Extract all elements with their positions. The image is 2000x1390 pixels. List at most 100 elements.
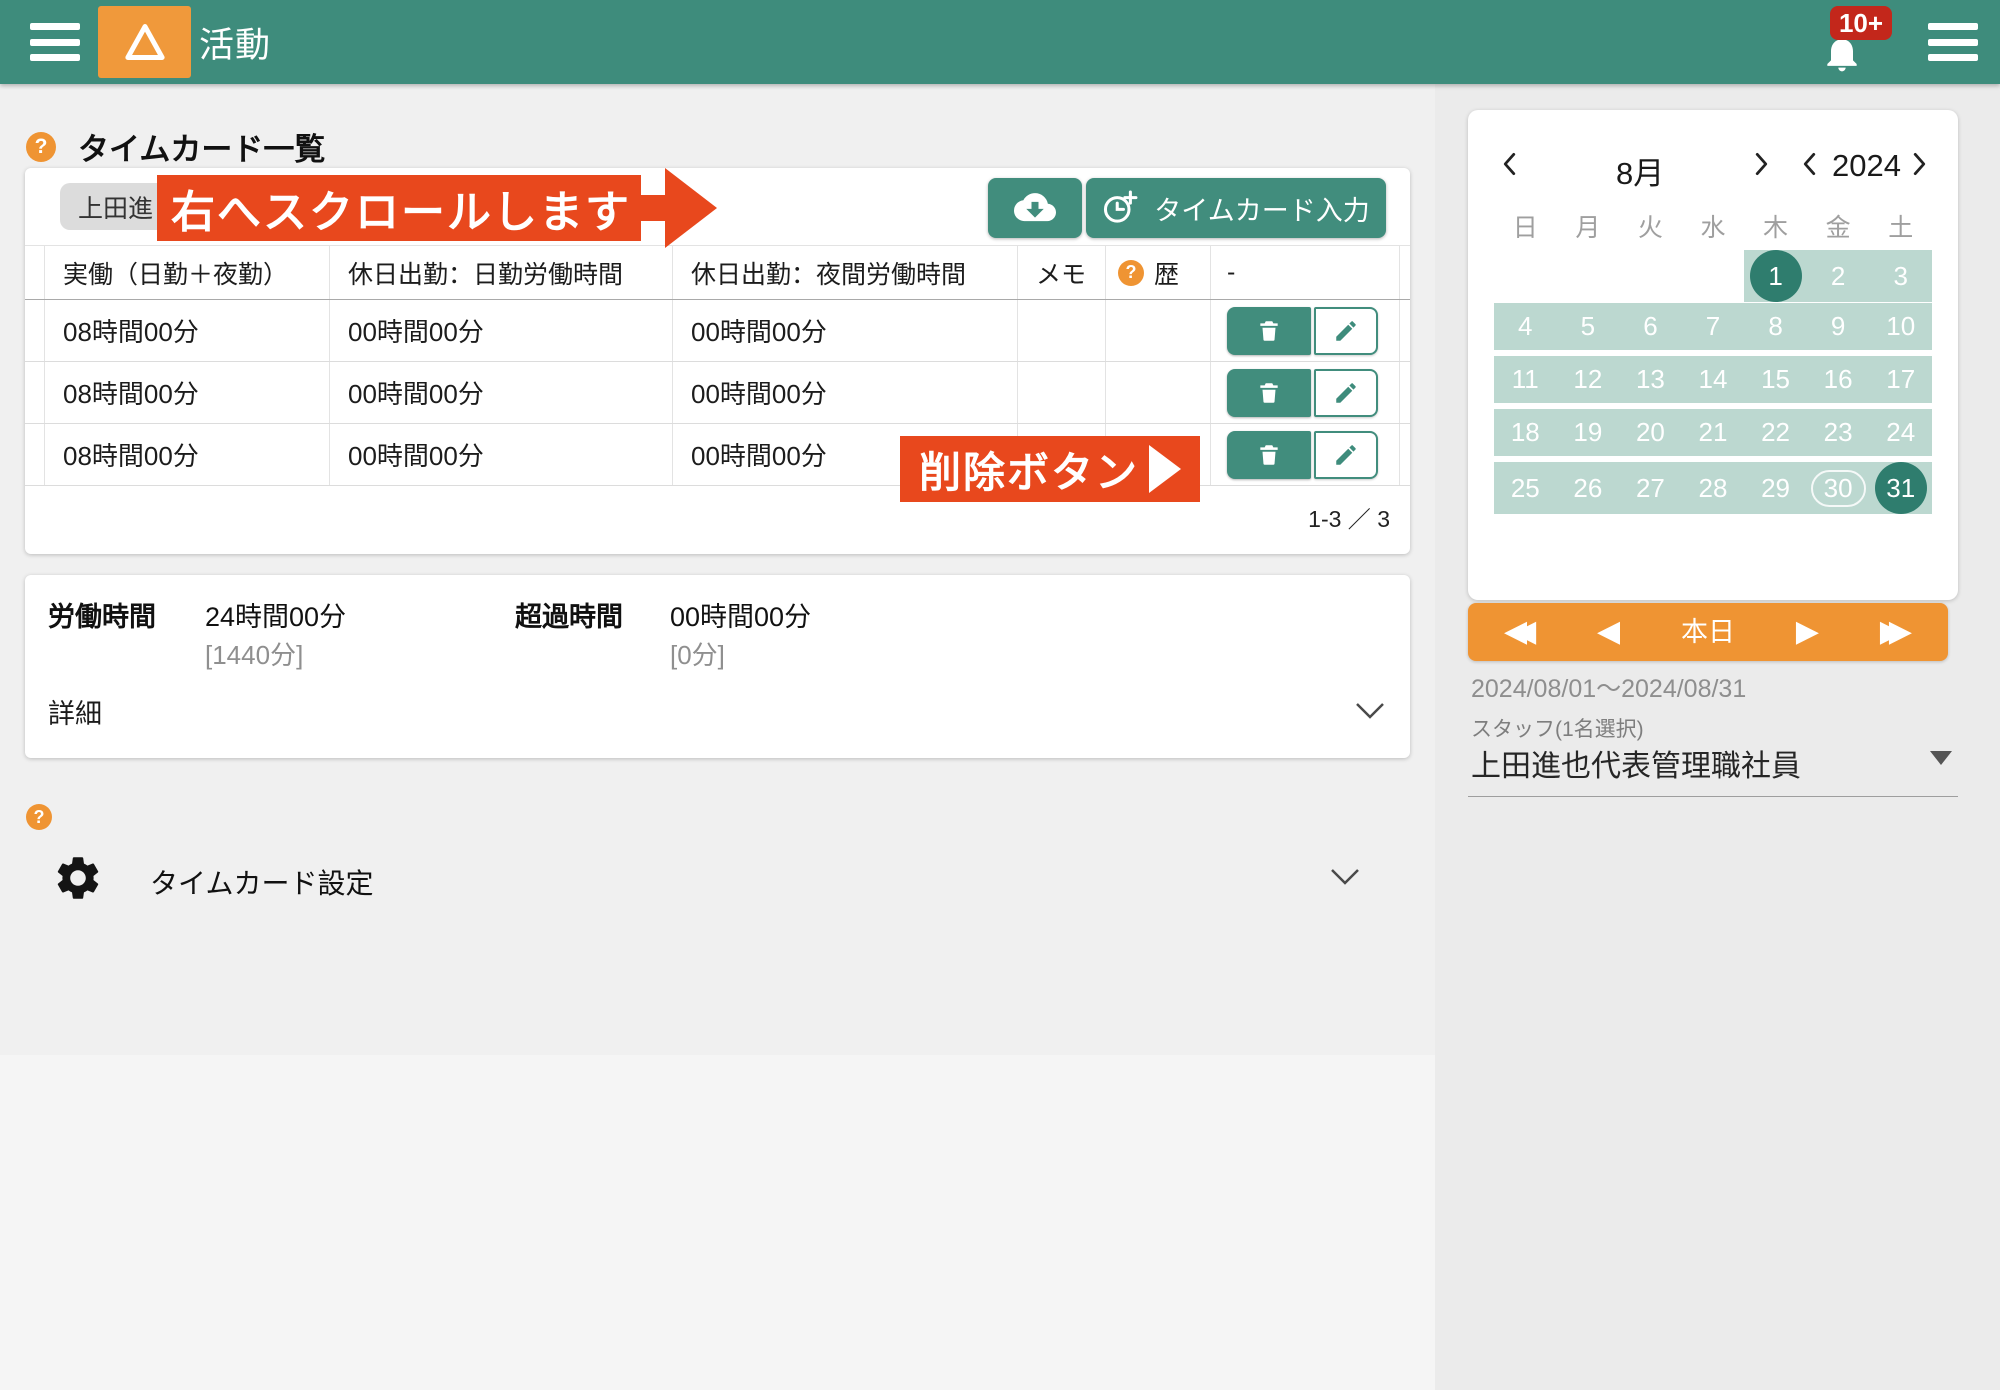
- chevron-left-icon: [1802, 152, 1817, 176]
- menu-icon[interactable]: [30, 23, 80, 61]
- calendar-year-label: 2024: [1832, 148, 1901, 184]
- calendar-day[interactable]: 9: [1807, 303, 1870, 350]
- table-row: 08時間00分 00時間00分 00時間00分: [25, 300, 1410, 362]
- calendar-week-row: 18 19 20 21 22 23 24: [1494, 409, 1932, 456]
- overtime-label: 超過時間: [515, 595, 623, 634]
- trash-icon: [1256, 317, 1282, 345]
- calendar-day[interactable]: 28: [1682, 462, 1745, 514]
- sidebar: 8月 2024 日 月 火 水 木 金 土: [1435, 84, 2000, 1390]
- calendar-day[interactable]: 7: [1682, 303, 1745, 350]
- edit-button[interactable]: [1314, 431, 1378, 479]
- col-actions: -: [1211, 246, 1400, 299]
- edit-button[interactable]: [1314, 307, 1378, 355]
- calendar-day-range-start[interactable]: 1: [1744, 250, 1807, 302]
- col-actual-work: 実働（日勤＋夜勤）: [45, 246, 330, 299]
- calendar-day[interactable]: 21: [1682, 409, 1745, 456]
- app-title: 活動: [199, 17, 271, 68]
- timecard-settings-expander[interactable]: タイムカード設定: [0, 840, 1410, 920]
- first-period-button[interactable]: ◀◀: [1504, 617, 1536, 647]
- staff-select-value: 上田進也代表管理職社員: [1471, 741, 1801, 785]
- calendar-day[interactable]: 24: [1869, 409, 1932, 456]
- delete-button[interactable]: [1227, 307, 1311, 355]
- calendar-day: [1682, 250, 1745, 302]
- calendar-day: [1494, 250, 1557, 302]
- scroll-hint-text: 右へスクロールします: [157, 175, 641, 241]
- last-period-button[interactable]: ▶▶: [1880, 617, 1912, 647]
- cell-actual: 08時間00分: [45, 362, 330, 423]
- cell-history: [1106, 300, 1211, 361]
- chevron-down-icon: [1330, 868, 1360, 886]
- scrolled-column-sliver: [25, 246, 45, 299]
- overflow-menu-icon[interactable]: [1928, 23, 1978, 61]
- calendar-day[interactable]: 22: [1744, 409, 1807, 456]
- main-content: ? タイムカード一覧 上田進 タイムカード入力 右へスクロールします: [0, 84, 1435, 1390]
- calendar-day[interactable]: 13: [1619, 356, 1682, 403]
- delete-button[interactable]: [1227, 369, 1311, 417]
- calendar-day[interactable]: 19: [1557, 409, 1620, 456]
- scroll-hint-annotation: 右へスクロールします: [157, 175, 717, 241]
- calendar-week-row: 25 26 27 28 29 30 31: [1494, 462, 1932, 509]
- chevron-right-icon: [1912, 152, 1927, 176]
- overtime-value: 00時間00分: [670, 595, 811, 634]
- calendar-day[interactable]: 18: [1494, 409, 1557, 456]
- calendar-day-today[interactable]: 30: [1807, 462, 1870, 514]
- calendar-day-range-end[interactable]: 31: [1869, 462, 1932, 514]
- calendar-day[interactable]: 17: [1869, 356, 1932, 403]
- pencil-icon: [1333, 318, 1359, 344]
- calendar-day[interactable]: 20: [1619, 409, 1682, 456]
- calendar-day[interactable]: 23: [1807, 409, 1870, 456]
- cell-actual: 08時間00分: [45, 424, 330, 485]
- timecard-input-label: タイムカード入力: [1154, 189, 1369, 228]
- next-year-button[interactable]: [1912, 152, 1927, 179]
- chevron-left-icon: [1502, 152, 1517, 176]
- calendar-day[interactable]: 8: [1744, 303, 1807, 350]
- cell-actual: 08時間00分: [45, 300, 330, 361]
- right-arrow-icon: [641, 168, 717, 248]
- clock-plus-icon: [1102, 190, 1138, 226]
- overtime-minutes: [0分]: [670, 635, 725, 672]
- timecard-settings-label: タイムカード設定: [150, 862, 373, 902]
- calendar-day[interactable]: 15: [1744, 356, 1807, 403]
- notifications-button[interactable]: 10+: [1810, 6, 1890, 80]
- next-month-button[interactable]: [1754, 152, 1769, 179]
- settings-help-icon[interactable]: ?: [26, 804, 52, 830]
- prev-month-button[interactable]: [1502, 152, 1517, 179]
- calendar-day[interactable]: 27: [1619, 462, 1682, 514]
- download-button[interactable]: [988, 178, 1082, 238]
- history-help-icon[interactable]: ?: [1118, 260, 1144, 286]
- trash-icon: [1256, 379, 1282, 407]
- edit-button[interactable]: [1314, 369, 1378, 417]
- calendar-day[interactable]: 29: [1744, 462, 1807, 514]
- delete-hint-annotation: 削除ボタン: [900, 436, 1200, 502]
- calendar-day[interactable]: 5: [1557, 303, 1620, 350]
- delete-hint-text: 削除ボタン: [919, 439, 1139, 500]
- today-button[interactable]: 本日: [1681, 619, 1735, 646]
- right-triangle-icon: [1149, 445, 1181, 493]
- calendar-day[interactable]: 16: [1807, 356, 1870, 403]
- page-title: タイムカード一覧: [78, 124, 325, 169]
- prev-period-button[interactable]: ◀: [1597, 617, 1620, 647]
- calendar-day[interactable]: 2: [1807, 250, 1870, 302]
- next-period-button[interactable]: ▶: [1796, 617, 1819, 647]
- calendar-day[interactable]: 25: [1494, 462, 1557, 514]
- delete-button[interactable]: [1227, 431, 1311, 479]
- details-expander[interactable]: 詳細: [25, 680, 1410, 740]
- calendar-day[interactable]: 12: [1557, 356, 1620, 403]
- calendar-day[interactable]: 6: [1619, 303, 1682, 350]
- calendar-day[interactable]: 3: [1869, 250, 1932, 302]
- calendar-day[interactable]: 4: [1494, 303, 1557, 350]
- chevron-down-icon: [1355, 702, 1385, 720]
- help-icon[interactable]: ?: [26, 132, 56, 162]
- calendar-day[interactable]: 26: [1557, 462, 1620, 514]
- calendar-grid: 1 2 3 4 5 6 7 8 9 10 11 12 13 14 15 16 1…: [1494, 250, 1932, 515]
- cell-holiday-night: 00時間00分: [673, 300, 1018, 361]
- calendar-month-label: 8月: [1616, 148, 1664, 193]
- calendar-day[interactable]: 14: [1682, 356, 1745, 403]
- calendar-day[interactable]: 11: [1494, 356, 1557, 403]
- staff-select[interactable]: スタッフ(1名選択) 上田進也代表管理職社員: [1468, 709, 1958, 797]
- app-logo[interactable]: [98, 6, 191, 78]
- pagination-label: 1-3 ／ 3: [1308, 500, 1390, 534]
- timecard-input-button[interactable]: タイムカード入力: [1086, 178, 1386, 238]
- calendar-day[interactable]: 10: [1869, 303, 1932, 350]
- prev-year-button[interactable]: [1802, 152, 1817, 179]
